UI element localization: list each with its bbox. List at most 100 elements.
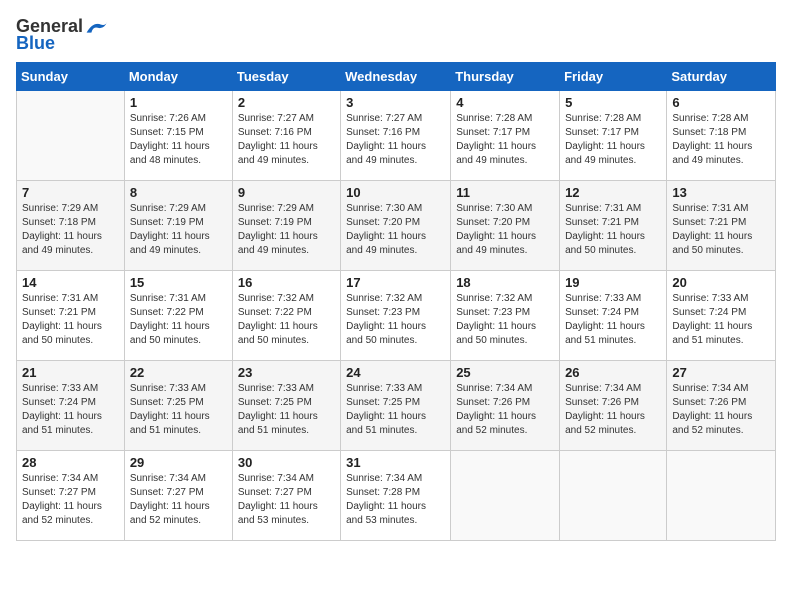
calendar-cell: 21Sunrise: 7:33 AMSunset: 7:24 PMDayligh…	[17, 361, 125, 451]
calendar-cell: 13 Sunrise: 7:31 AMSunset: 7:21 PMDayligh…	[667, 181, 776, 271]
header-tuesday: Tuesday	[232, 63, 340, 91]
calendar-cell	[560, 451, 667, 541]
day-info: Sunrise: 7:34 AMSunset: 7:26 PMDaylight:…	[565, 382, 661, 438]
header-saturday: Saturday	[667, 63, 776, 91]
day-number: 6	[672, 95, 770, 110]
day-info: Sunrise: 7:30 AMSunset: 7:20 PMDaylight:…	[456, 202, 554, 258]
day-number: 4	[456, 95, 554, 110]
day-number: 16	[238, 275, 335, 290]
calendar-cell: 25Sunrise: 7:34 AMSunset: 7:26 PMDayligh…	[451, 361, 560, 451]
day-info: Sunrise: 7:34 AMSunset: 7:27 PMDaylight:…	[130, 472, 227, 528]
week-row-2: 7 Sunrise: 7:29 AMSunset: 7:18 PMDaylight…	[17, 181, 776, 271]
calendar-cell: 20 Sunrise: 7:33 AMSunset: 7:24 PMDayligh…	[667, 271, 776, 361]
day-info: Sunrise: 7:31 AMSunset: 7:21 PMDaylight:…	[672, 202, 770, 258]
day-number: 19	[565, 275, 661, 290]
calendar-cell: 31 Sunrise: 7:34 AMSunset: 7:28 PMDayligh…	[341, 451, 451, 541]
day-info: Sunrise: 7:30 AMSunset: 7:20 PMDaylight:…	[346, 202, 445, 258]
calendar-cell: 9 Sunrise: 7:29 AMSunset: 7:19 PMDaylight…	[232, 181, 340, 271]
week-row-4: 21Sunrise: 7:33 AMSunset: 7:24 PMDayligh…	[17, 361, 776, 451]
day-info: Sunrise: 7:34 AMSunset: 7:26 PMDaylight:…	[672, 382, 770, 438]
day-number: 12	[565, 185, 661, 200]
day-info: Sunrise: 7:33 AMSunset: 7:24 PMDaylight:…	[565, 292, 661, 348]
day-info: Sunrise: 7:31 AMSunset: 7:22 PMDaylight:…	[130, 292, 227, 348]
calendar-cell: 19 Sunrise: 7:33 AMSunset: 7:24 PMDayligh…	[560, 271, 667, 361]
calendar-cell: 29 Sunrise: 7:34 AMSunset: 7:27 PMDayligh…	[124, 451, 232, 541]
day-info: Sunrise: 7:27 AMSunset: 7:16 PMDaylight:…	[346, 112, 445, 168]
week-row-1: 1 Sunrise: 7:26 AMSunset: 7:15 PMDaylight…	[17, 91, 776, 181]
calendar-header-row: SundayMondayTuesdayWednesdayThursdayFrid…	[17, 63, 776, 91]
day-number: 30	[238, 455, 335, 470]
day-number: 15	[130, 275, 227, 290]
day-number: 27	[672, 365, 770, 380]
header-sunday: Sunday	[17, 63, 125, 91]
day-info: Sunrise: 7:34 AMSunset: 7:27 PMDaylight:…	[238, 472, 335, 528]
day-number: 20	[672, 275, 770, 290]
logo-blue-text: Blue	[16, 33, 55, 54]
day-number: 26	[565, 365, 661, 380]
day-info: Sunrise: 7:32 AMSunset: 7:23 PMDaylight:…	[346, 292, 445, 348]
day-info: Sunrise: 7:33 AMSunset: 7:25 PMDaylight:…	[130, 382, 227, 438]
day-number: 17	[346, 275, 445, 290]
day-number: 10	[346, 185, 445, 200]
day-info: Sunrise: 7:29 AMSunset: 7:19 PMDaylight:…	[238, 202, 335, 258]
calendar-table: SundayMondayTuesdayWednesdayThursdayFrid…	[16, 62, 776, 541]
calendar-cell	[17, 91, 125, 181]
day-number: 18	[456, 275, 554, 290]
day-number: 28	[22, 455, 119, 470]
day-info: Sunrise: 7:29 AMSunset: 7:18 PMDaylight:…	[22, 202, 119, 258]
header-thursday: Thursday	[451, 63, 560, 91]
week-row-5: 28 Sunrise: 7:34 AMSunset: 7:27 PMDayligh…	[17, 451, 776, 541]
day-number: 3	[346, 95, 445, 110]
day-info: Sunrise: 7:34 AMSunset: 7:27 PMDaylight:…	[22, 472, 119, 528]
header-friday: Friday	[560, 63, 667, 91]
day-number: 29	[130, 455, 227, 470]
day-info: Sunrise: 7:29 AMSunset: 7:19 PMDaylight:…	[130, 202, 227, 258]
logo-bird-icon	[85, 18, 109, 36]
day-number: 14	[22, 275, 119, 290]
calendar-cell: 5 Sunrise: 7:28 AMSunset: 7:17 PMDaylight…	[560, 91, 667, 181]
day-number: 22	[130, 365, 227, 380]
calendar-cell: 7 Sunrise: 7:29 AMSunset: 7:18 PMDaylight…	[17, 181, 125, 271]
day-number: 2	[238, 95, 335, 110]
day-number: 25	[456, 365, 554, 380]
week-row-3: 14 Sunrise: 7:31 AMSunset: 7:21 PMDayligh…	[17, 271, 776, 361]
day-number: 31	[346, 455, 445, 470]
day-number: 9	[238, 185, 335, 200]
page-header: General Blue	[16, 16, 776, 54]
calendar-cell: 22 Sunrise: 7:33 AMSunset: 7:25 PMDayligh…	[124, 361, 232, 451]
day-number: 7	[22, 185, 119, 200]
day-info: Sunrise: 7:28 AMSunset: 7:17 PMDaylight:…	[565, 112, 661, 168]
day-number: 8	[130, 185, 227, 200]
calendar-cell: 2Sunrise: 7:27 AMSunset: 7:16 PMDaylight…	[232, 91, 340, 181]
calendar-cell	[667, 451, 776, 541]
day-number: 24	[346, 365, 445, 380]
day-info: Sunrise: 7:31 AMSunset: 7:21 PMDaylight:…	[22, 292, 119, 348]
calendar-cell: 24Sunrise: 7:33 AMSunset: 7:25 PMDayligh…	[341, 361, 451, 451]
calendar-cell: 27 Sunrise: 7:34 AMSunset: 7:26 PMDayligh…	[667, 361, 776, 451]
day-info: Sunrise: 7:33 AMSunset: 7:24 PMDaylight:…	[22, 382, 119, 438]
calendar-cell: 6Sunrise: 7:28 AMSunset: 7:18 PMDaylight…	[667, 91, 776, 181]
day-number: 5	[565, 95, 661, 110]
day-number: 11	[456, 185, 554, 200]
calendar-cell: 10 Sunrise: 7:30 AMSunset: 7:20 PMDayligh…	[341, 181, 451, 271]
day-number: 23	[238, 365, 335, 380]
day-info: Sunrise: 7:33 AMSunset: 7:24 PMDaylight:…	[672, 292, 770, 348]
day-number: 13	[672, 185, 770, 200]
calendar-cell: 30 Sunrise: 7:34 AMSunset: 7:27 PMDayligh…	[232, 451, 340, 541]
day-info: Sunrise: 7:34 AMSunset: 7:28 PMDaylight:…	[346, 472, 445, 528]
calendar-cell: 12 Sunrise: 7:31 AMSunset: 7:21 PMDayligh…	[560, 181, 667, 271]
header-wednesday: Wednesday	[341, 63, 451, 91]
day-info: Sunrise: 7:28 AMSunset: 7:17 PMDaylight:…	[456, 112, 554, 168]
day-info: Sunrise: 7:33 AMSunset: 7:25 PMDaylight:…	[238, 382, 335, 438]
calendar-cell	[451, 451, 560, 541]
calendar-cell: 15 Sunrise: 7:31 AMSunset: 7:22 PMDayligh…	[124, 271, 232, 361]
day-info: Sunrise: 7:26 AMSunset: 7:15 PMDaylight:…	[130, 112, 227, 168]
day-info: Sunrise: 7:31 AMSunset: 7:21 PMDaylight:…	[565, 202, 661, 258]
day-number: 1	[130, 95, 227, 110]
calendar-cell: 14 Sunrise: 7:31 AMSunset: 7:21 PMDayligh…	[17, 271, 125, 361]
day-info: Sunrise: 7:32 AMSunset: 7:23 PMDaylight:…	[456, 292, 554, 348]
day-info: Sunrise: 7:32 AMSunset: 7:22 PMDaylight:…	[238, 292, 335, 348]
calendar-cell: 1 Sunrise: 7:26 AMSunset: 7:15 PMDaylight…	[124, 91, 232, 181]
calendar-cell: 28 Sunrise: 7:34 AMSunset: 7:27 PMDayligh…	[17, 451, 125, 541]
calendar-cell: 23 Sunrise: 7:33 AMSunset: 7:25 PMDayligh…	[232, 361, 340, 451]
